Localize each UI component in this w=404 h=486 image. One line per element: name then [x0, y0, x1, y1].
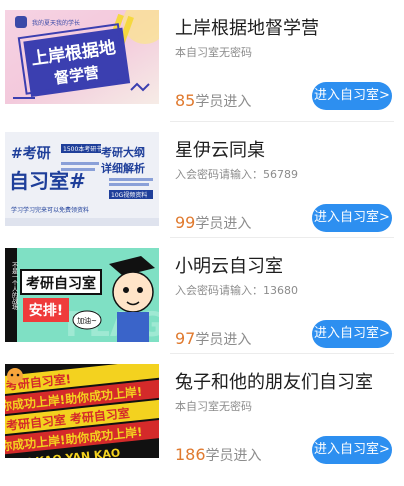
- enter-room-button[interactable]: 进入自习室>: [312, 82, 392, 110]
- member-count-number: 85: [175, 91, 196, 110]
- member-count-number: 97: [175, 329, 196, 348]
- enter-room-button[interactable]: 进入自习室>: [312, 436, 392, 464]
- member-count-number: 186: [175, 445, 206, 464]
- list-item[interactable]: 考研自习室! 你成功上岸!助你成功上岸! 考研自习室 考研自习室 你成功上岸!助…: [0, 354, 404, 470]
- thumb-line-1: #考研: [11, 145, 51, 162]
- member-count-number: 99: [175, 213, 196, 232]
- thumb-line-2: 安排!: [29, 302, 63, 319]
- thumb-small-text: 我的夏天我的学长: [32, 19, 80, 27]
- room-password-info: 本自习室无密码: [175, 46, 252, 59]
- room-thumbnail[interactable]: 不是一个人的战场 FLAG 考研自习室 安排! 加油~: [5, 248, 159, 342]
- thumb-right-2: 详细解析: [101, 161, 145, 175]
- list-item[interactable]: #考研 自习室# 1500本考研书 考研大纲 详细解析 10G视频资料 学习学习…: [0, 122, 404, 238]
- member-count-label: 学员进入: [195, 94, 252, 110]
- thumb-right-1: 考研大纲: [101, 145, 145, 159]
- member-count: 186学员进入: [175, 445, 262, 465]
- list-item[interactable]: 我的夏天我的学长 上岸根据地 督学营 上岸根据地督学营 本自习室无密码 85学员…: [0, 0, 404, 116]
- room-password-info: 入会密码请输入：56789: [175, 168, 298, 181]
- room-password-info: 入会密码请输入：13680: [175, 284, 298, 297]
- room-title[interactable]: 兔子和他的朋友们自习室: [175, 368, 373, 394]
- thumb-line-1: 考研自习室: [26, 275, 96, 292]
- room-title[interactable]: 小明云自习室: [175, 252, 283, 278]
- member-count-label: 学员进入: [195, 216, 252, 232]
- room-thumbnail[interactable]: 考研自习室! 你成功上岸!助你成功上岸! 考研自习室 考研自习室 你成功上岸!助…: [5, 364, 159, 458]
- thumb-footer: 学习学习完来可以免费领资料: [11, 206, 89, 214]
- member-count-label: 学员进入: [205, 448, 262, 464]
- member-count: 97学员进入: [175, 329, 251, 349]
- room-thumbnail[interactable]: 我的夏天我的学长 上岸根据地 督学营: [5, 10, 159, 104]
- enter-room-button[interactable]: 进入自习室>: [312, 204, 392, 232]
- thumb-tag: 1500本考研书: [63, 145, 102, 153]
- room-title[interactable]: 上岸根据地督学营: [175, 14, 319, 40]
- member-count: 99学员进入: [175, 213, 251, 233]
- thumb-line-2: 自习室#: [9, 169, 86, 193]
- thumb-bubble: 加油~: [77, 316, 97, 325]
- room-thumbnail[interactable]: #考研 自习室# 1500本考研书 考研大纲 详细解析 10G视频资料 学习学习…: [5, 132, 159, 226]
- enter-room-button[interactable]: 进入自习室>: [312, 320, 392, 348]
- room-password-info: 本自习室无密码: [175, 400, 252, 413]
- room-title[interactable]: 星伊云同桌: [175, 136, 265, 162]
- thumb-side-text: 不是一个人的战场: [11, 262, 18, 311]
- member-count-label: 学员进入: [195, 332, 252, 348]
- member-count: 85学员进入: [175, 91, 251, 111]
- thumb-badge: 10G视频资料: [111, 191, 147, 199]
- list-item[interactable]: 不是一个人的战场 FLAG 考研自习室 安排! 加油~ 小明云自习室 入会密码请…: [0, 238, 404, 354]
